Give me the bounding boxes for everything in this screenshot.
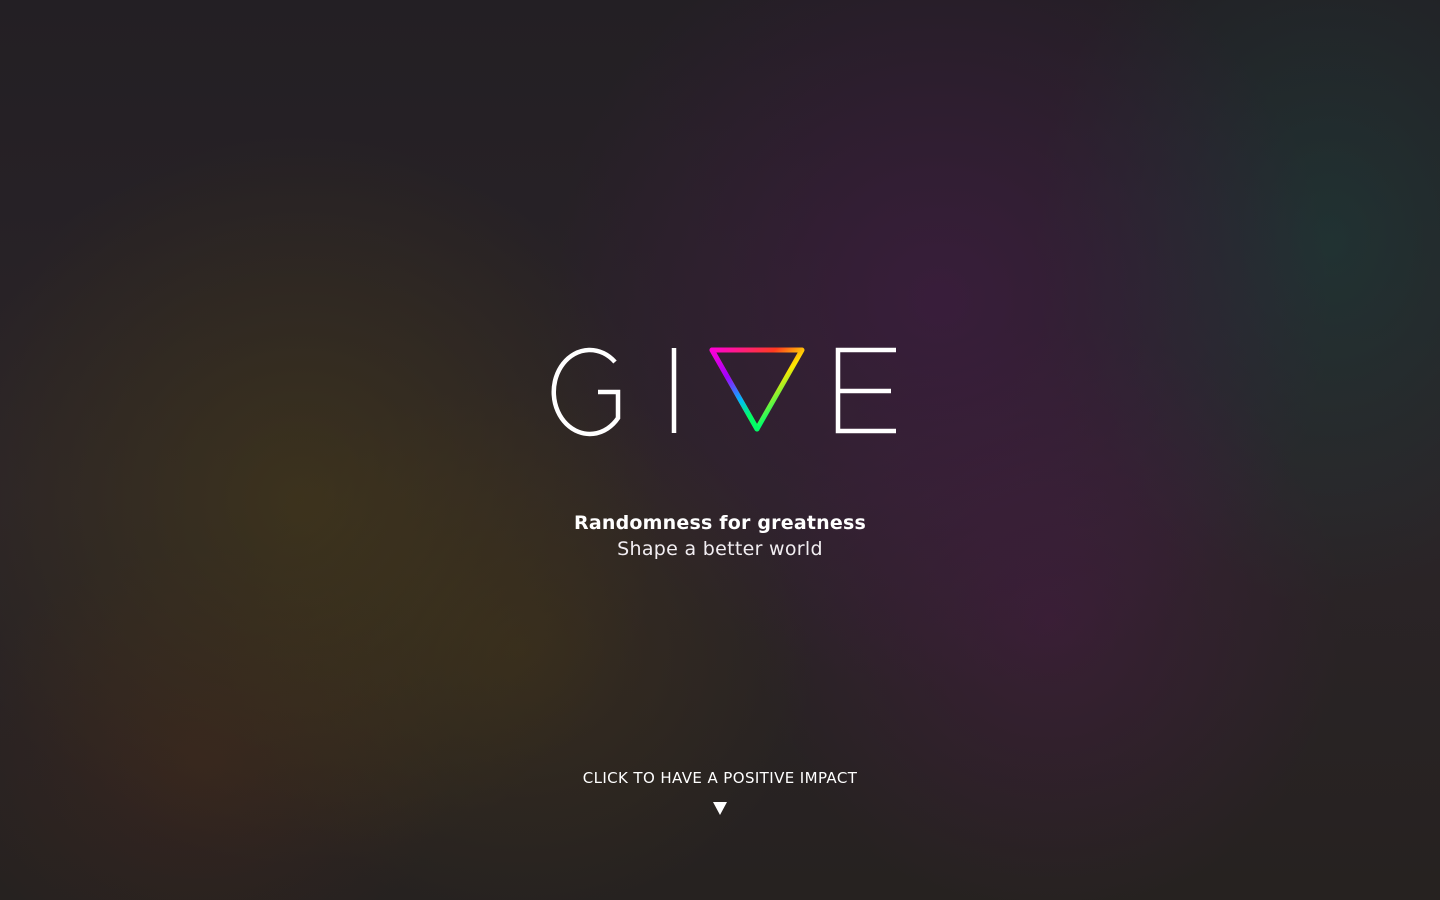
logo-letter-g [551, 347, 621, 437]
positive-impact-button[interactable]: CLICK TO HAVE A POSITIVE IMPACT [0, 766, 1440, 815]
tagline-main: Randomness for greatness [574, 512, 866, 534]
down-triangle-icon[interactable] [713, 802, 727, 815]
cta-label[interactable]: CLICK TO HAVE A POSITIVE IMPACT [583, 766, 858, 790]
rainbow-triangle-icon [709, 347, 805, 432]
tagline-block: Randomness for greatness Shape a better … [0, 509, 1440, 561]
logo-letter-e [835, 347, 896, 434]
tagline-sub: Shape a better world [617, 538, 823, 560]
give-logo [540, 340, 902, 440]
hero-section: Randomness for greatness Shape a better … [0, 0, 1440, 900]
